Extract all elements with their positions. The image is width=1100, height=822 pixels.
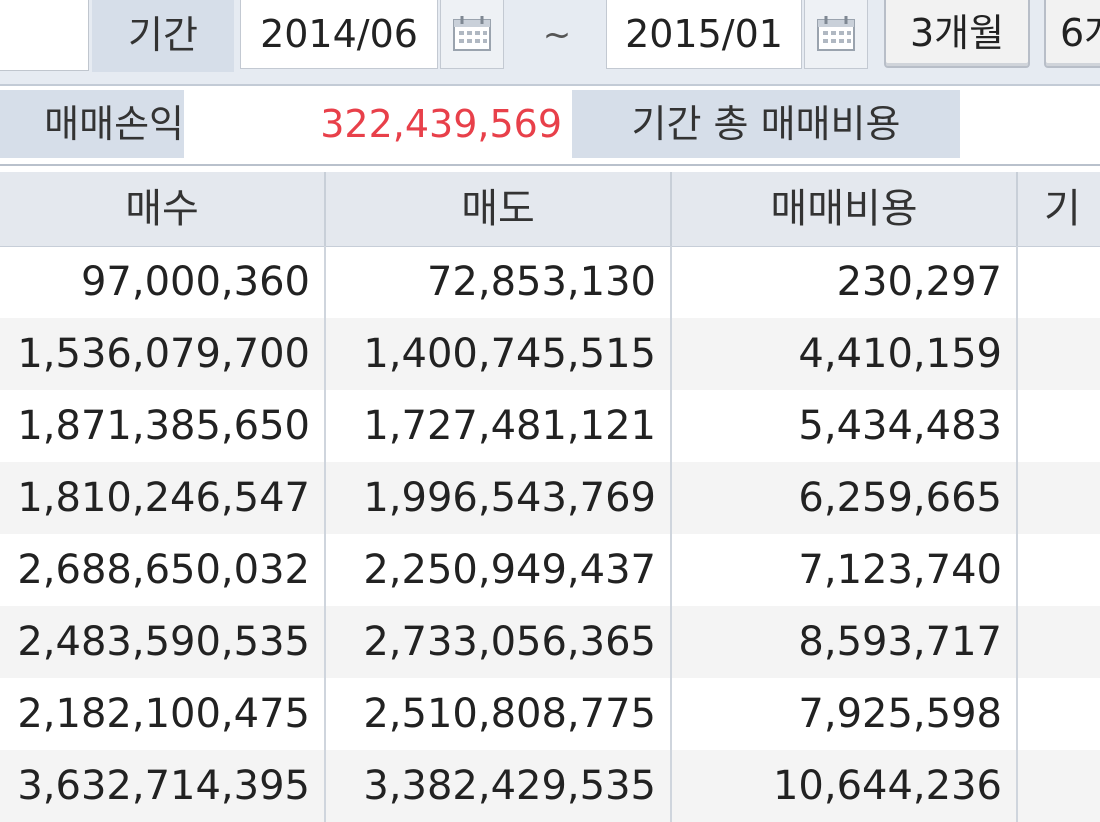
cell-cost: 7,123,740 (672, 534, 1018, 606)
table-row[interactable]: 1,871,385,650 1,727,481,121 5,434,483 (0, 390, 1100, 462)
start-date-field[interactable]: 2014/06 (240, 0, 438, 69)
column-header-cost[interactable]: 매매비용 (672, 172, 1018, 246)
cell-cost: 230,297 (672, 246, 1018, 318)
cell-extra (1018, 246, 1100, 318)
cell-extra (1018, 534, 1100, 606)
cell-cost: 4,410,159 (672, 318, 1018, 390)
cell-buy: 2,688,650,032 (0, 534, 326, 606)
cell-buy: 3,632,714,395 (0, 750, 326, 822)
table-row[interactable]: 97,000,360 72,853,130 230,297 (0, 246, 1100, 318)
total-cost-label: 기간 총 매매비용 (572, 90, 960, 158)
calendar-icon (453, 16, 491, 51)
table-row[interactable]: 3,632,714,395 3,382,429,535 10,644,236 (0, 750, 1100, 822)
cell-sell: 2,250,949,437 (326, 534, 672, 606)
end-date-field[interactable]: 2015/01 (606, 0, 802, 69)
end-calendar-button[interactable] (804, 0, 868, 69)
cell-sell: 1,996,543,769 (326, 462, 672, 534)
cell-cost: 7,925,598 (672, 678, 1018, 750)
table-row[interactable]: 2,182,100,475 2,510,808,775 7,925,598 (0, 678, 1100, 750)
cell-buy: 2,483,590,535 (0, 606, 326, 678)
range-separator: ~ (542, 15, 572, 55)
cell-buy: 2,182,100,475 (0, 678, 326, 750)
table-row[interactable]: 1,810,246,547 1,996,543,769 6,259,665 (0, 462, 1100, 534)
account-field[interactable] (0, 0, 89, 71)
cell-sell: 3,382,429,535 (326, 750, 672, 822)
column-header-extra[interactable]: 기 (1018, 172, 1100, 246)
cell-buy: 1,810,246,547 (0, 462, 326, 534)
cell-extra (1018, 390, 1100, 462)
cell-cost: 8,593,717 (672, 606, 1018, 678)
cell-sell: 2,733,056,365 (326, 606, 672, 678)
table-row[interactable]: 1,536,079,700 1,400,745,515 4,410,159 (0, 318, 1100, 390)
table-row[interactable]: 2,483,590,535 2,733,056,365 8,593,717 (0, 606, 1100, 678)
period-toolbar: 기간 2014/06 ~ 2015/01 3개월 6개 (0, 0, 1100, 86)
cell-sell: 1,727,481,121 (326, 390, 672, 462)
column-header-sell[interactable]: 매도 (326, 172, 672, 246)
cell-sell: 1,400,745,515 (326, 318, 672, 390)
column-header-buy[interactable]: 매수 (0, 172, 326, 246)
cell-extra (1018, 750, 1100, 822)
cell-cost: 6,259,665 (672, 462, 1018, 534)
summary-bar: 매매손익 322,439,569 기간 총 매매비용 (0, 86, 1100, 166)
table-header: 매수 매도 매매비용 기 (0, 172, 1100, 247)
range-3-months-button[interactable]: 3개월 (884, 0, 1030, 68)
cell-buy: 1,871,385,650 (0, 390, 326, 462)
start-calendar-button[interactable] (440, 0, 504, 69)
cell-cost: 5,434,483 (672, 390, 1018, 462)
cell-buy: 1,536,079,700 (0, 318, 326, 390)
cell-sell: 2,510,808,775 (326, 678, 672, 750)
cell-extra (1018, 462, 1100, 534)
period-label: 기간 (92, 0, 234, 72)
range-6-months-button[interactable]: 6개 (1044, 0, 1100, 68)
total-cost-value (964, 90, 1100, 158)
pl-value: 322,439,569 (190, 90, 570, 158)
cell-extra (1018, 606, 1100, 678)
cell-extra (1018, 318, 1100, 390)
table-row[interactable]: 2,688,650,032 2,250,949,437 7,123,740 (0, 534, 1100, 606)
cell-cost: 10,644,236 (672, 750, 1018, 822)
cell-extra (1018, 678, 1100, 750)
calendar-icon (817, 16, 855, 51)
cell-sell: 72,853,130 (326, 246, 672, 318)
pl-label: 매매손익 (0, 90, 184, 158)
cell-buy: 97,000,360 (0, 246, 326, 318)
